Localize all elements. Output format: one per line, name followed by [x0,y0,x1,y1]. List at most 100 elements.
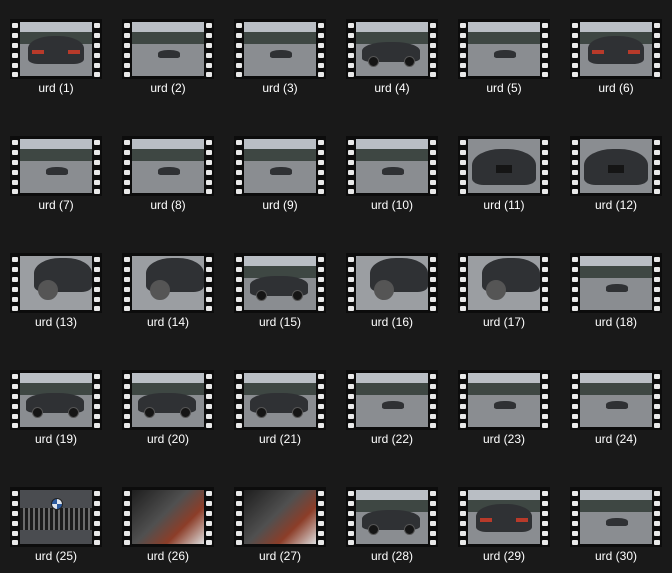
film-strip-icon [540,253,550,313]
video-thumbnail [570,253,662,313]
thumbnail-item[interactable]: urd (19) [0,351,112,451]
file-name-label: urd (24) [594,432,638,446]
film-strip-icon [346,370,356,430]
film-strip-icon [346,136,356,196]
film-strip-icon [316,19,326,79]
thumbnail-frame [132,256,204,310]
thumbnail-item[interactable]: urd (24) [560,351,672,451]
film-strip-icon [122,370,132,430]
file-name-label: urd (3) [262,81,298,95]
thumbnail-item[interactable]: urd (10) [336,117,448,217]
thumbnail-item[interactable]: urd (22) [336,351,448,451]
file-name-label: urd (29) [482,549,526,563]
film-strip-icon [570,136,580,196]
thumbnail-item[interactable]: urd (27) [224,468,336,568]
thumbnail-item[interactable]: urd (14) [112,234,224,334]
film-strip-icon [540,370,550,430]
film-strip-icon [540,487,550,547]
film-strip-icon [10,253,20,313]
thumbnail-item[interactable]: urd (18) [560,234,672,334]
thumbnail-item[interactable]: urd (26) [112,468,224,568]
file-name-label: urd (11) [483,198,525,212]
film-strip-icon [234,253,244,313]
thumbnail-item[interactable]: urd (21) [224,351,336,451]
thumbnail-item[interactable]: urd (8) [112,117,224,217]
thumbnail-item[interactable]: urd (16) [336,234,448,334]
thumbnail-frame [244,256,316,310]
film-strip-icon [570,19,580,79]
film-strip-icon [540,19,550,79]
file-name-label: urd (18) [594,315,638,329]
film-strip-icon [204,253,214,313]
video-thumbnail [10,487,102,547]
thumbnail-item[interactable]: urd (3) [224,0,336,100]
film-strip-icon [428,487,438,547]
thumbnail-item[interactable]: urd (13) [0,234,112,334]
film-strip-icon [92,136,102,196]
thumbnail-item[interactable]: urd (20) [112,351,224,451]
thumbnail-frame [244,22,316,76]
film-strip-icon [428,136,438,196]
film-strip-icon [652,487,662,547]
thumbnail-frame [20,256,92,310]
file-name-label: urd (7) [38,198,74,212]
film-strip-icon [570,487,580,547]
film-strip-icon [458,136,468,196]
thumbnail-item[interactable]: urd (29) [448,468,560,568]
thumbnail-item[interactable]: urd (6) [560,0,672,100]
film-strip-icon [316,136,326,196]
thumbnail-item[interactable]: urd (9) [224,117,336,217]
thumbnail-item[interactable]: urd (4) [336,0,448,100]
file-name-label: urd (9) [262,198,298,212]
video-thumbnail [346,136,438,196]
thumbnail-item[interactable]: urd (1) [0,0,112,100]
video-thumbnail [234,19,326,79]
thumbnail-item[interactable]: urd (23) [448,351,560,451]
thumbnail-frame [132,139,204,193]
thumbnail-frame [356,256,428,310]
file-name-label: urd (5) [486,81,522,95]
video-thumbnail [234,136,326,196]
film-strip-icon [428,370,438,430]
file-name-label: urd (17) [482,315,526,329]
video-thumbnail [346,253,438,313]
thumbnail-item[interactable]: urd (25) [0,468,112,568]
video-thumbnail [122,136,214,196]
file-name-label: urd (6) [598,81,634,95]
film-strip-icon [234,136,244,196]
film-strip-icon [10,487,20,547]
thumbnail-frame [244,139,316,193]
film-strip-icon [316,487,326,547]
thumbnail-frame [580,256,652,310]
video-thumbnail [234,253,326,313]
file-name-label: urd (10) [370,198,414,212]
film-strip-icon [346,253,356,313]
film-strip-icon [652,136,662,196]
file-name-label: urd (25) [34,549,78,563]
film-strip-icon [570,253,580,313]
film-strip-icon [10,19,20,79]
thumbnail-item[interactable]: urd (17) [448,234,560,334]
thumbnail-frame [580,22,652,76]
film-strip-icon [204,370,214,430]
thumbnail-item[interactable]: urd (15) [224,234,336,334]
film-strip-icon [458,253,468,313]
thumbnail-item[interactable]: urd (28) [336,468,448,568]
video-thumbnail [346,370,438,430]
thumbnail-frame [132,22,204,76]
film-strip-icon [652,253,662,313]
thumbnail-item[interactable]: urd (12) [560,117,672,217]
film-strip-icon [204,487,214,547]
thumbnail-frame [468,373,540,427]
thumbnail-grid: urd (1) urd (2) urd (3) urd (4) urd (5) urd (… [0,0,672,573]
file-name-label: urd (19) [34,432,78,446]
thumbnail-frame [244,490,316,544]
file-name-label: urd (30) [594,549,638,563]
thumbnail-item[interactable]: urd (2) [112,0,224,100]
thumbnail-item[interactable]: urd (5) [448,0,560,100]
thumbnail-item[interactable]: urd (7) [0,117,112,217]
thumbnail-item[interactable]: urd (11) [448,117,560,217]
thumbnail-frame [20,139,92,193]
thumbnail-frame [20,490,92,544]
thumbnail-item[interactable]: urd (30) [560,468,672,568]
